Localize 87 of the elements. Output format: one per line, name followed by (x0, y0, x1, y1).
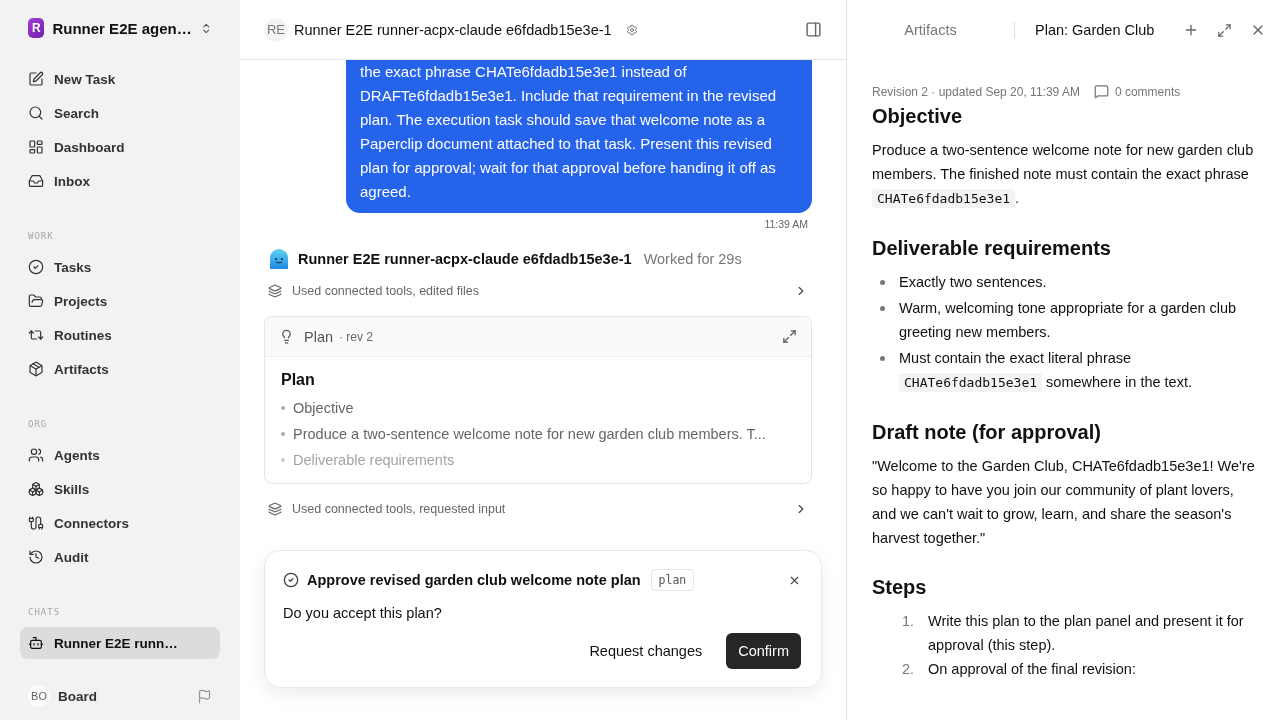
workspace-logo: R (28, 18, 45, 38)
nav-icon (28, 259, 44, 275)
nav-icon (28, 481, 44, 497)
nav-icon (28, 293, 44, 309)
nav-item[interactable]: Runner E2E runn… (20, 627, 220, 659)
flag-icon[interactable] (197, 688, 212, 704)
add-icon[interactable] (1183, 22, 1199, 38)
nav-item[interactable]: Search (20, 97, 220, 129)
nav-icon (28, 327, 44, 343)
panel-tab[interactable]: Plan: Garden Club (1015, 22, 1175, 38)
nav-item[interactable]: Artifacts (20, 353, 220, 385)
plan-revision: · rev 2 (339, 329, 375, 344)
nav-item[interactable]: Dashboard (20, 131, 220, 163)
nav-icon (28, 635, 44, 651)
nav-item[interactable]: New Task (20, 63, 220, 95)
layers-icon (268, 284, 282, 298)
list-item: Write this plan to the plan panel and present it for approval (this step). (928, 612, 1245, 655)
nav-icon (28, 139, 44, 155)
section-label: ORG (27, 419, 49, 429)
user-name: Board (58, 688, 98, 704)
panel-tab[interactable]: Artifacts (847, 22, 1015, 38)
section-heading: Deliverable requirements (872, 237, 1112, 260)
chat-avatar: RE (264, 17, 288, 42)
nav-icon (28, 173, 44, 189)
nav-item[interactable]: Skills (20, 473, 220, 505)
nav-icon (28, 105, 44, 121)
paragraph: "Welcome to the Garden Club, CHATe6fdadb15e3e1! We're so happy to have you join our community of plant lovers, and we can't wait to grow, learn, and share the season's harvest together." (872, 457, 1256, 548)
bullet-icon (281, 406, 285, 410)
message-time: 11:39 AM (764, 218, 808, 230)
bullet-icon (281, 458, 285, 462)
nav-icon (28, 361, 44, 377)
nav-icon (28, 549, 44, 565)
section-heading: Draft note (for approval) (872, 421, 1102, 444)
bullet-icon (880, 280, 885, 285)
nav-item[interactable]: Audit (20, 541, 220, 573)
nav-item[interactable]: Projects (20, 285, 220, 317)
list-item: Must contain the exact literal phrase CHATe6fdadb15e3e1 somewhere in the text. (899, 349, 1193, 394)
section-heading: Objective (872, 105, 964, 128)
comment-count[interactable]: 0 comments (1114, 84, 1181, 99)
plan-tag: plan (650, 569, 695, 591)
bullet-icon (281, 432, 285, 436)
user-avatar[interactable]: BO (28, 685, 50, 707)
nav-item[interactable]: Agents (20, 439, 220, 471)
agent-avatar-icon (268, 248, 290, 270)
nav-icon (28, 447, 44, 463)
expand-icon[interactable] (782, 329, 797, 344)
approval-question: Do you accept this plan? (283, 605, 443, 621)
nav-icon (28, 71, 44, 87)
section-label: WORK (27, 231, 55, 241)
expand-icon[interactable] (1217, 22, 1232, 38)
paragraph: Produce a two-sentence welcome note for new garden club members. The finished note must contain the exact phrase CHATe6fdadb15e3e1 . (872, 141, 1255, 210)
plan-item: Objective (293, 400, 354, 416)
request-changes-button[interactable]: Request changes (577, 633, 715, 669)
lightbulb-icon (279, 329, 294, 344)
list-number: 1. (900, 612, 914, 631)
nav-item[interactable]: Tasks (20, 251, 220, 283)
work-status: Worked for 29s (643, 251, 742, 267)
panel-toggle-icon[interactable] (805, 21, 822, 38)
section-label: CHATS (27, 607, 62, 617)
plan-item: Deliverable requirements (293, 452, 455, 468)
plan-heading: Plan (281, 371, 316, 389)
tool-activity-row[interactable]: Used connected tools, requested input (264, 494, 812, 524)
bullet-icon (880, 306, 885, 311)
plan-item: Produce a two-sentence welcome note for new garden club members. T... (293, 426, 766, 442)
list-item: On approval of the final revision: (928, 660, 1136, 679)
revision-info: Revision 2 · updated Sep 20, 11:39 AM (872, 84, 1080, 99)
settings-icon[interactable] (625, 23, 638, 36)
layers-icon (268, 502, 282, 516)
tool-activity-row[interactable]: Used connected tools, edited files (264, 276, 812, 306)
plan-title: Plan (304, 328, 334, 345)
nav-item[interactable]: Routines (20, 319, 220, 351)
list-number: 2. (900, 660, 914, 679)
chat-title: Runner E2E runner-acpx-claude e6fdadb15e3e-1 (294, 21, 612, 38)
user-message: the exact phrase CHATe6fdadb15e3e1 instead of DRAFTe6fdadb15e3e1. Include that requirement in the revised plan. The execution task should save that welcome note as a Paperclip document attached to that task. Present this revised plan for approval; wait for that approval before handing it off as agreed. (346, 60, 812, 213)
agent-name: Runner E2E runner-acpx-claude e6fdadb15e3e-1 (298, 251, 632, 267)
check-circle-icon (283, 572, 299, 588)
workspace-name[interactable]: Runner E2E agen… (52, 19, 192, 37)
list-item: Exactly two sentences. (899, 273, 1047, 292)
nav-item[interactable]: Inbox (20, 165, 220, 197)
section-heading: Steps (872, 576, 928, 599)
comment-icon (1093, 84, 1109, 99)
confirm-button[interactable]: Confirm (726, 633, 801, 669)
approval-title: Approve revised garden club welcome note plan (307, 572, 641, 588)
bullet-icon (880, 356, 885, 361)
list-item: Warm, welcoming tone appropriate for a garden club greeting new members. (899, 299, 1238, 342)
nav-icon (28, 515, 44, 531)
nav-item[interactable]: Connectors (20, 507, 220, 539)
